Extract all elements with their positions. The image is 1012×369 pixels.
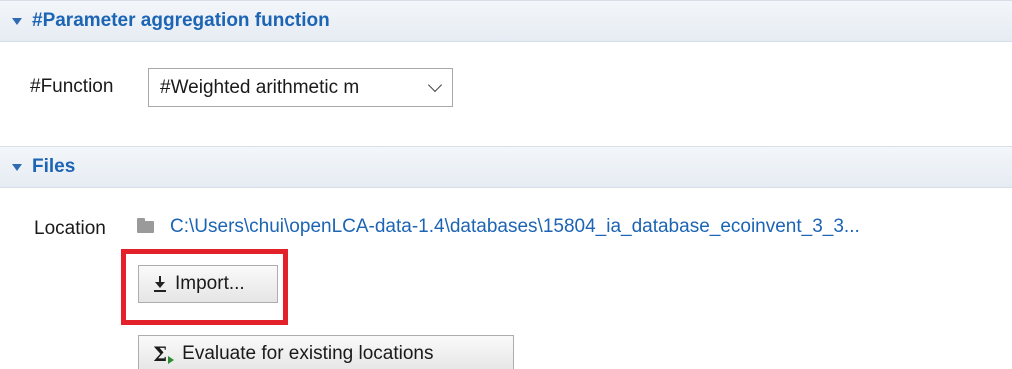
sigma-run-icon: Σ [153,342,175,367]
triangle-down-icon[interactable] [12,17,22,25]
editor-page: #Parameter aggregation function #Functio… [0,0,1012,369]
function-combo-value: #Weighted arithmetic m [160,76,360,98]
evaluate-button-label: Evaluate for existing locations [182,343,434,364]
location-label: Location [34,218,106,239]
chevron-down-icon[interactable] [427,77,443,92]
function-combo[interactable]: #Weighted arithmetic m [148,68,453,107]
section-header-aggregation[interactable]: #Parameter aggregation function [0,0,1012,42]
triangle-down-icon[interactable] [12,163,22,171]
section-title-aggregation[interactable]: #Parameter aggregation function [32,10,330,32]
section-title-files[interactable]: Files [32,156,75,178]
function-label: #Function [30,76,114,97]
location-path-link[interactable]: C:\Users\chui\openLCA-data-1.4\databases… [170,216,860,238]
folder-icon [137,218,154,233]
highlight-box [121,249,288,325]
evaluate-locations-button[interactable]: Σ Evaluate for existing locations [138,335,514,369]
section-header-files[interactable]: Files [0,146,1012,188]
